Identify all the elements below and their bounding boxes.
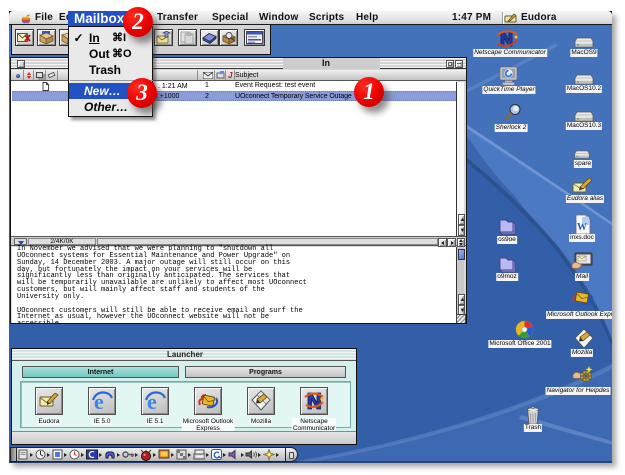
svg-text:W: W [577,222,587,233]
